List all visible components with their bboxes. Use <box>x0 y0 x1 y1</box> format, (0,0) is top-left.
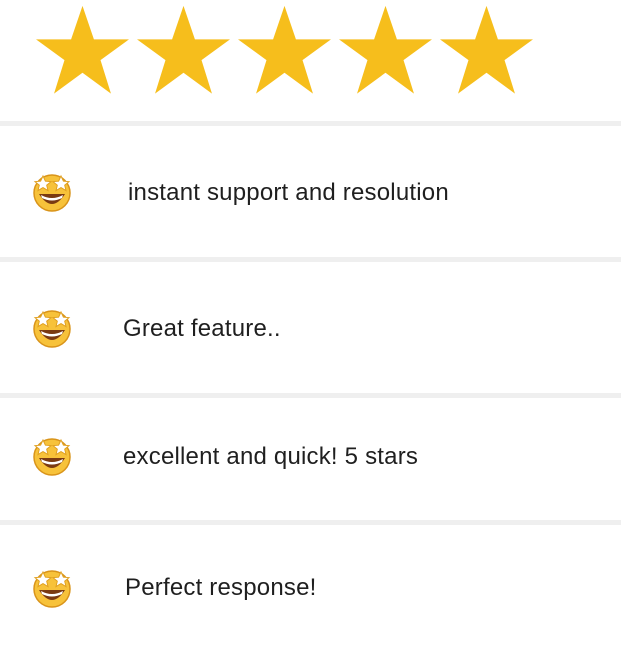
star-icon <box>438 4 535 96</box>
star-struck-emoji-icon <box>30 434 74 478</box>
star-icon <box>337 4 434 96</box>
star-struck-emoji-icon <box>30 306 74 350</box>
feedback-item: excellent and quick! 5 stars <box>0 398 621 520</box>
feedback-text: instant support and resolution <box>128 179 449 206</box>
feedback-text: Perfect response! <box>125 574 317 601</box>
feedback-item: instant support and resolution <box>0 126 621 257</box>
star-struck-emoji-icon <box>30 170 74 214</box>
feedback-item: Perfect response! <box>0 525 621 648</box>
star-icon <box>236 4 333 96</box>
rating-header <box>0 0 621 121</box>
feedback-text: excellent and quick! 5 stars <box>123 443 419 470</box>
feedback-text: Great feature.. <box>123 315 281 342</box>
star-icon <box>34 4 131 96</box>
feedback-item: Great feature.. <box>0 262 621 393</box>
star-rating <box>34 4 535 96</box>
star-struck-emoji-icon <box>30 566 74 610</box>
star-icon <box>135 4 232 96</box>
